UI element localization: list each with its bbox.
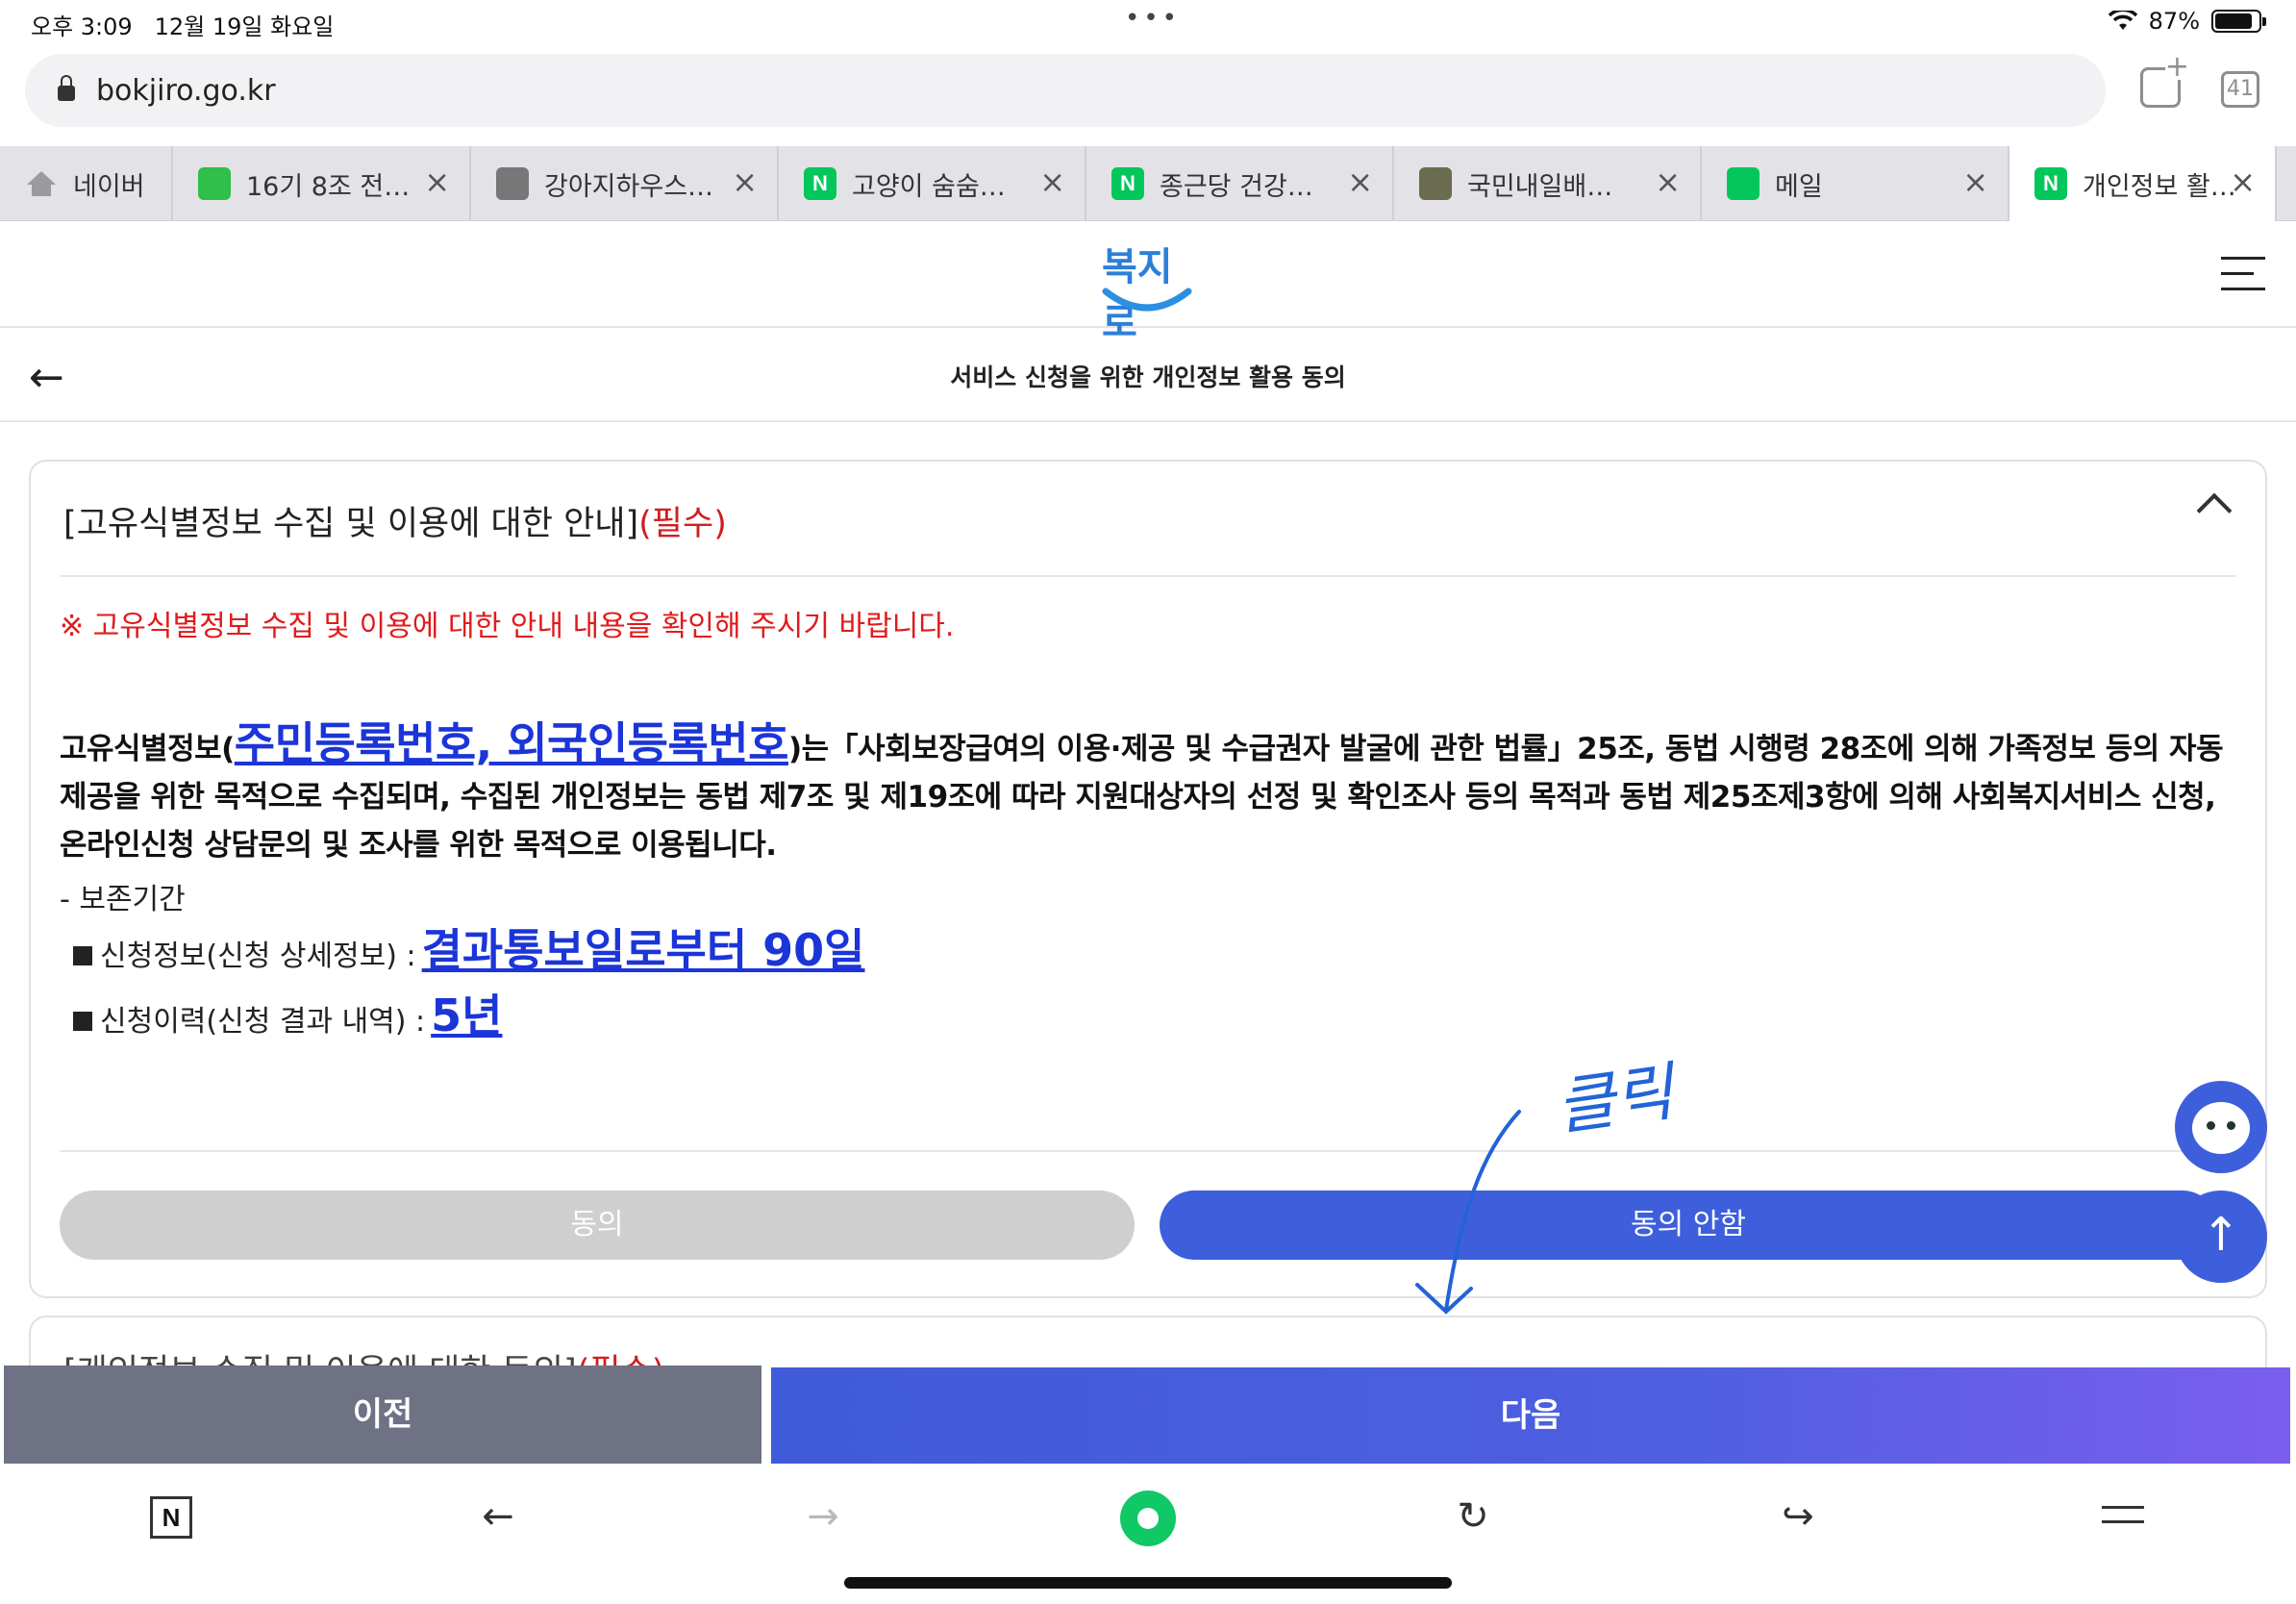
tab-close-icon[interactable]: × (732, 163, 758, 200)
consent-body-text: 고유식별정보(주민등록번호, 외국인등록번호)는「사회보장급여의 이용·제공 및… (60, 717, 2224, 863)
new-tab-button[interactable]: + (2140, 53, 2189, 108)
naver-n-icon: N (804, 167, 836, 200)
browser-tab[interactable]: 강아지하우스… × (471, 146, 779, 221)
lock-icon (58, 75, 75, 101)
disagree-button[interactable]: 동의 안함 (1160, 1190, 2217, 1260)
tab-close-icon[interactable]: × (2230, 163, 2256, 200)
retention-item: 신청정보(신청 상세정보) : 결과통보일로부터 90일 (73, 915, 865, 979)
home-indicator (844, 1577, 1452, 1589)
site-header: 복지로 (0, 222, 2296, 345)
consent-card-unique-id: [고유식별정보 수집 및 이용에 대한 안내](필수) ※ 고유식별정보 수집 … (29, 460, 2267, 1298)
green-dot-icon[interactable] (1120, 1491, 1176, 1546)
retention-period-label: - 보존기간 (60, 883, 186, 916)
multitask-dots[interactable]: ••• (1125, 4, 1181, 33)
retention-item: 신청이력(신청 결과 내역) :5년 (73, 981, 502, 1044)
url-text: bokjiro.go.kr (96, 73, 276, 108)
previous-button[interactable]: 이전 (4, 1366, 761, 1464)
bokjiro-logo[interactable]: 복지로 (1094, 236, 1200, 345)
hamburger-menu-icon[interactable] (2221, 257, 2265, 303)
tab-title: 메일 (1775, 171, 1823, 202)
next-button[interactable]: 다음 (771, 1367, 2290, 1464)
page-title: 서비스 신청을 위한 개인정보 활용 동의 (950, 363, 1346, 391)
tab-title: 고양이 숨숨… (852, 171, 1006, 202)
tab-title: 개인정보 활… (2083, 171, 2236, 202)
tab-close-icon[interactable]: × (424, 163, 450, 200)
home-icon (25, 167, 58, 200)
tab-strip: 네이버 16기 8조 전… × 강아지하우스… × N 고양이 숨숨… × N 종근당 건강… × 국… (0, 146, 2296, 221)
battery-percent: 87% (2148, 8, 2200, 35)
divider (60, 575, 2236, 577)
tab-title: 네이버 (73, 171, 145, 202)
browser-tab[interactable]: 메일 × (1702, 146, 2009, 221)
chatbot-button[interactable] (2175, 1081, 2267, 1173)
browser-tab[interactable]: N 고양이 숨숨… × (779, 146, 1086, 221)
tab-title: 종근당 건강… (1160, 171, 1313, 202)
browser-tab[interactable]: N 종근당 건강… × (1086, 146, 1394, 221)
scroll-top-button[interactable]: ↑ (2175, 1190, 2267, 1283)
status-bar: 오후 3:09 12월 19일 화요일 ••• 87% (0, 0, 2296, 46)
tab-close-icon[interactable]: × (1655, 163, 1681, 200)
status-right: 87% (2108, 8, 2266, 35)
arrow-up-icon: ↑ (2201, 1208, 2241, 1262)
chevron-up-icon[interactable] (2196, 492, 2233, 529)
naver-n-icon: N (1111, 167, 1144, 200)
naver-home-icon[interactable]: N (150, 1496, 192, 1539)
browser-toolbar: N ← → ↻ ↪ (0, 1471, 2296, 1558)
naver-n-icon: N (2034, 167, 2067, 200)
mail-icon (1727, 167, 1759, 200)
menu-icon[interactable] (2102, 1506, 2144, 1535)
required-label: (필수) (638, 505, 727, 543)
tab-close-icon[interactable]: × (1347, 163, 1373, 200)
chatbot-face-icon (2192, 1102, 2250, 1154)
tab-title: 국민내일배… (1467, 171, 1613, 202)
forward-icon[interactable]: → (794, 1492, 852, 1541)
address-bar[interactable]: bokjiro.go.kr (25, 54, 2106, 127)
browser-tab[interactable]: 16기 8조 전… × (173, 146, 471, 221)
back-icon[interactable]: ← (469, 1492, 527, 1541)
tab-count-button[interactable]: 41 (2221, 71, 2259, 108)
divider (60, 1150, 2236, 1152)
plus-icon: + (2164, 50, 2189, 84)
status-time: 오후 3:09 12월 19일 화요일 (31, 13, 335, 40)
reload-icon[interactable]: ↻ (1444, 1492, 1502, 1541)
brain-icon (1419, 167, 1452, 200)
notice-text: ※ 고유식별정보 수집 및 이용에 대한 안내 내용을 확인해 주시기 바랍니다… (60, 610, 955, 643)
section-heading[interactable]: [고유식별정보 수집 및 이용에 대한 안내](필수) (63, 496, 727, 545)
cafe-icon (198, 167, 231, 200)
pet-logo-icon (496, 167, 529, 200)
browser-tab[interactable]: N 개인정보 활… × (2009, 146, 2277, 221)
browser-tab[interactable]: 네이버 (0, 146, 173, 221)
agree-button[interactable]: 동의 (60, 1190, 1135, 1260)
browser-tab[interactable]: 국민내일배… × (1394, 146, 1702, 221)
share-icon[interactable]: ↪ (1769, 1492, 1827, 1541)
tab-close-icon[interactable]: × (1962, 163, 1988, 200)
tab-close-icon[interactable]: × (1039, 163, 1065, 200)
battery-icon (2211, 10, 2266, 33)
tab-title: 16기 8조 전… (246, 171, 411, 202)
tab-title: 강아지하우스… (544, 171, 714, 202)
next-consent-card[interactable]: [개인정보 수집 및 이용에 대한 동의](필수) (29, 1316, 2267, 1373)
wifi-icon (2108, 11, 2137, 30)
page-title-bar: ← 서비스 신청을 위한 개인정보 활용 동의 (0, 330, 2296, 422)
id-number-highlight: 주민등록번호, 외국인등록번호 (234, 717, 789, 769)
